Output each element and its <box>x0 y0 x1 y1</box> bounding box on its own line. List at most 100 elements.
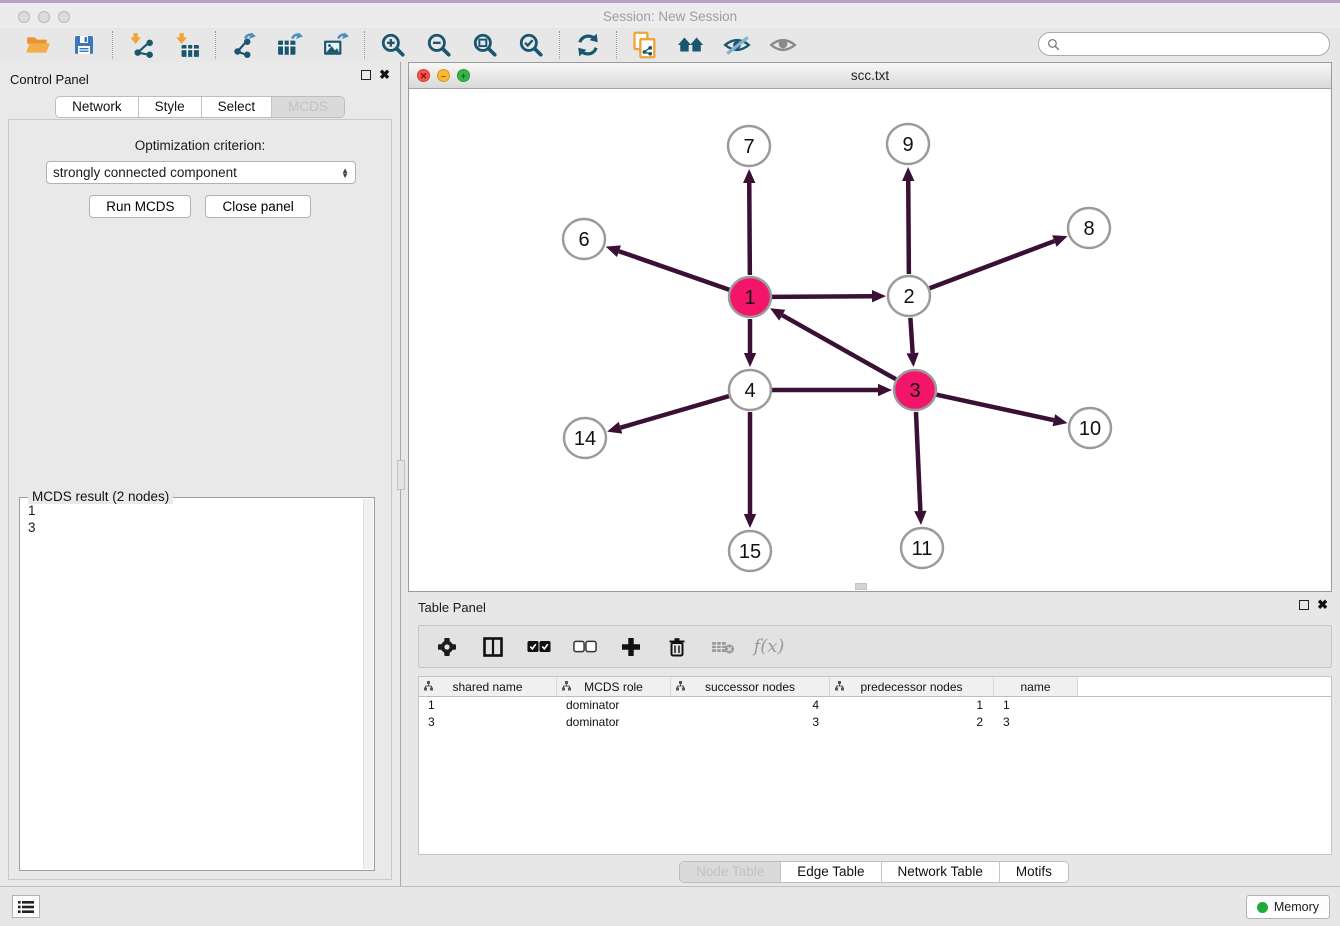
node-label-15: 15 <box>739 541 761 563</box>
float-table-panel-icon[interactable] <box>1299 600 1309 610</box>
table-cell[interactable]: 1 <box>419 698 557 712</box>
tab-motifs[interactable]: Motifs <box>1000 862 1068 882</box>
table-cell[interactable]: 4 <box>671 698 830 712</box>
tab-mcds[interactable]: MCDS <box>272 97 344 117</box>
optimization-criterion-select[interactable]: strongly connected component ▲▼ <box>46 161 356 184</box>
node-label-3: 3 <box>909 380 920 402</box>
import-network-icon[interactable] <box>127 31 155 59</box>
home-view-icon[interactable] <box>677 31 705 59</box>
edge-arrowhead <box>1052 235 1067 247</box>
node-label-8: 8 <box>1083 218 1094 240</box>
float-panel-icon[interactable] <box>361 70 371 80</box>
export-network-icon[interactable] <box>230 31 258 59</box>
edge-arrowhead <box>878 384 892 396</box>
zoom-fit-icon[interactable] <box>471 31 499 59</box>
network-window-titlebar[interactable]: ✕ – + scc.txt <box>409 63 1331 89</box>
list-icon <box>18 900 34 914</box>
close-table-panel-icon[interactable]: ✖ <box>1317 600 1328 610</box>
edge-3-11[interactable] <box>916 412 920 511</box>
export-table-icon[interactable] <box>276 31 304 59</box>
table-cell[interactable]: 3 <box>419 715 557 729</box>
edge-1-2[interactable] <box>772 296 872 297</box>
hide-unselected-icon[interactable] <box>723 31 751 59</box>
table-tabs: Node TableEdge TableNetwork TableMotifs <box>679 861 1069 883</box>
network-graph[interactable]: 7968124314101511 <box>409 89 1331 591</box>
run-mcds-button[interactable]: Run MCDS <box>89 195 191 218</box>
table-cell[interactable]: 2 <box>830 715 994 729</box>
copy-network-view-icon[interactable] <box>631 31 659 59</box>
edge-4-14[interactable] <box>621 396 729 428</box>
close-panel-icon[interactable]: ✖ <box>379 70 390 80</box>
open-session-icon[interactable] <box>24 31 52 59</box>
mcds-result-text[interactable]: 1 3 <box>22 502 362 868</box>
edge-1-7[interactable] <box>749 183 750 275</box>
split-view-icon[interactable] <box>481 635 505 659</box>
show-all-icon[interactable] <box>769 31 797 59</box>
table-cell[interactable]: 1 <box>994 698 1078 712</box>
column-header-MCDS-role[interactable]: MCDS role <box>557 677 671 696</box>
mcds-pane: Optimization criterion: strongly connect… <box>8 119 392 880</box>
refresh-layout-icon[interactable] <box>574 31 602 59</box>
add-column-icon[interactable] <box>619 635 643 659</box>
table-panel-title: Table Panel <box>418 600 486 615</box>
table-row[interactable]: 1dominator411 <box>419 697 1331 714</box>
main-toolbar <box>0 28 1340 62</box>
edge-1-6[interactable] <box>619 251 729 290</box>
table-header-row: shared nameMCDS rolesuccessor nodesprede… <box>419 677 1331 697</box>
column-header-shared-name[interactable]: shared name <box>419 677 557 696</box>
tab-select[interactable]: Select <box>202 97 273 117</box>
search-icon <box>1047 38 1060 51</box>
zoom-in-icon[interactable] <box>379 31 407 59</box>
table-cell[interactable]: 3 <box>994 715 1078 729</box>
deselect-all-columns-icon[interactable] <box>573 635 597 659</box>
edge-2-3[interactable] <box>910 318 912 353</box>
memory-status-icon <box>1257 902 1268 913</box>
column-header-name[interactable]: name <box>994 677 1078 696</box>
node-label-6: 6 <box>578 229 589 251</box>
panel-splitter-handle[interactable] <box>397 460 405 490</box>
zoom-out-icon[interactable] <box>425 31 453 59</box>
network-canvas[interactable]: 7968124314101511 <box>409 89 1331 591</box>
edge-3-10[interactable] <box>936 395 1053 420</box>
node-label-7: 7 <box>743 136 754 158</box>
table-cell[interactable]: 1 <box>830 698 994 712</box>
tab-network[interactable]: Network <box>56 97 139 117</box>
select-all-columns-icon[interactable] <box>527 635 551 659</box>
memory-label: Memory <box>1274 900 1319 914</box>
export-image-icon[interactable] <box>322 31 350 59</box>
node-table[interactable]: shared nameMCDS rolesuccessor nodesprede… <box>418 676 1332 855</box>
window-titlebar: Session: New Session <box>0 0 1340 28</box>
save-session-icon[interactable] <box>70 31 98 59</box>
network-view-window: ✕ – + scc.txt 7968124314101511 <box>408 62 1332 592</box>
memory-button[interactable]: Memory <box>1246 895 1330 919</box>
function-builder-icon: f(x) <box>757 635 781 659</box>
tab-style[interactable]: Style <box>139 97 202 117</box>
import-table-icon[interactable] <box>173 31 201 59</box>
table-cell[interactable]: dominator <box>557 715 671 729</box>
table-cell[interactable]: dominator <box>557 698 671 712</box>
zoom-selected-icon[interactable] <box>517 31 545 59</box>
edge-3-1[interactable] <box>782 315 896 379</box>
task-history-button[interactable] <box>12 895 40 918</box>
edge-arrowhead <box>902 167 914 181</box>
table-cell[interactable]: 3 <box>671 715 830 729</box>
edge-arrowhead <box>1053 414 1068 426</box>
edge-2-9[interactable] <box>908 181 909 274</box>
tab-edge-table[interactable]: Edge Table <box>781 862 881 882</box>
selected-criterion: strongly connected component <box>53 165 341 180</box>
table-row[interactable]: 3dominator323 <box>419 714 1331 731</box>
edge-arrowhead <box>906 353 918 367</box>
delete-columns-icon[interactable] <box>665 635 689 659</box>
column-header-successor-nodes[interactable]: successor nodes <box>671 677 830 696</box>
control-panel: Control Panel ✖ NetworkStyleSelectMCDS O… <box>0 62 401 886</box>
canvas-resize-handle[interactable] <box>855 583 867 590</box>
edge-2-8[interactable] <box>930 241 1055 288</box>
column-header-predecessor-nodes[interactable]: predecessor nodes <box>830 677 994 696</box>
search-input[interactable] <box>1065 34 1329 54</box>
tab-network-table[interactable]: Network Table <box>882 862 1000 882</box>
settings-gear-icon[interactable] <box>435 635 459 659</box>
close-panel-button[interactable]: Close panel <box>205 195 310 218</box>
tab-node-table[interactable]: Node Table <box>680 862 781 882</box>
result-scrollbar[interactable] <box>363 499 373 869</box>
search-box[interactable] <box>1038 32 1330 56</box>
